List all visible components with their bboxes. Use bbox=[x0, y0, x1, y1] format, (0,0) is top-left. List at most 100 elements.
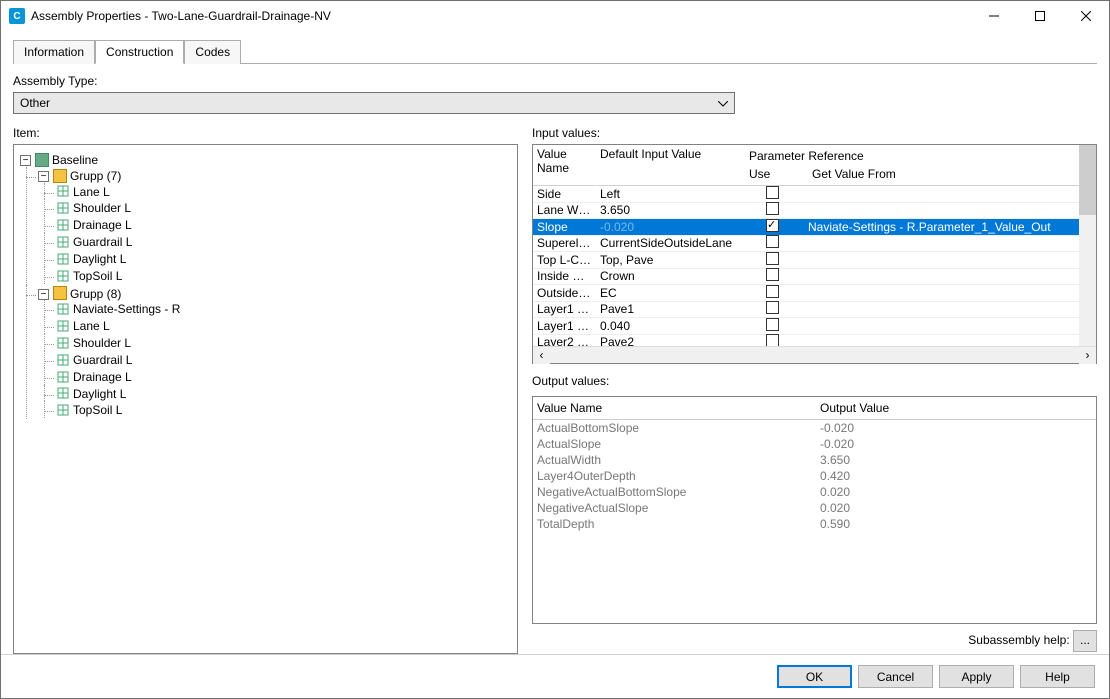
checkbox-icon[interactable] bbox=[766, 186, 779, 199]
input-row[interactable]: Lane Width3.650 bbox=[533, 203, 1096, 220]
cell-use[interactable] bbox=[741, 285, 804, 301]
checkbox-icon[interactable] bbox=[766, 219, 779, 232]
tree-node-leaf[interactable]: Drainage L bbox=[73, 218, 132, 232]
output-values-grid[interactable]: Value Name Output Value ActualBottomSlop… bbox=[532, 396, 1097, 624]
input-row[interactable]: Superele...CurrentSideOutsideLane bbox=[533, 236, 1096, 253]
tree-node-leaf[interactable]: Daylight L bbox=[73, 386, 126, 400]
cell-use[interactable] bbox=[741, 318, 804, 334]
tree-node-leaf[interactable]: Lane L bbox=[73, 319, 110, 333]
item-tree[interactable]: −Baseline−Grupp (7)Lane LShoulder LDrain… bbox=[13, 144, 518, 654]
vertical-scrollbar[interactable] bbox=[1079, 145, 1096, 346]
tree-node-leaf[interactable]: Guardrail L bbox=[73, 353, 132, 367]
cell-default-value[interactable]: 0.040 bbox=[596, 319, 741, 333]
subassembly-icon bbox=[56, 269, 70, 283]
cell-use[interactable] bbox=[741, 186, 804, 202]
tree-node-baseline[interactable]: Baseline bbox=[52, 153, 98, 167]
assembly-type-combo[interactable]: Other bbox=[13, 92, 735, 114]
checkbox-icon[interactable] bbox=[766, 268, 779, 281]
cell-default-value[interactable]: 3.650 bbox=[596, 203, 741, 217]
cell-default-value[interactable]: Pave1 bbox=[596, 302, 741, 316]
cell-value-name: Top L-Code bbox=[533, 253, 596, 267]
tree-node-leaf[interactable]: Shoulder L bbox=[73, 201, 131, 215]
cell-output-name: NegativeActualSlope bbox=[533, 500, 816, 516]
cell-output-name: ActualBottomSlope bbox=[533, 420, 816, 436]
tree-node-leaf[interactable]: Lane L bbox=[73, 184, 110, 198]
tab-codes[interactable]: Codes bbox=[184, 40, 241, 64]
tree-node-leaf[interactable]: Shoulder L bbox=[73, 336, 131, 350]
tree-node-leaf[interactable]: TopSoil L bbox=[73, 269, 122, 283]
cell-value-name: Side bbox=[533, 187, 596, 201]
col-output-name[interactable]: Value Name bbox=[533, 397, 816, 419]
checkbox-icon[interactable] bbox=[766, 252, 779, 265]
subassembly-icon bbox=[56, 201, 70, 215]
tree-node-leaf[interactable]: Naviate-Settings - R bbox=[73, 302, 180, 316]
input-row[interactable]: Layer1 D...0.040 bbox=[533, 318, 1096, 335]
cell-default-value[interactable]: Top, Pave bbox=[596, 253, 741, 267]
subassembly-help-button[interactable]: ... bbox=[1073, 630, 1097, 652]
output-row: NegativeActualBottomSlope0.020 bbox=[533, 484, 1096, 500]
col-default-input[interactable]: Default Input Value bbox=[596, 145, 741, 186]
input-row[interactable]: Inside P-...Crown bbox=[533, 269, 1096, 286]
cell-default-value[interactable]: EC bbox=[596, 286, 741, 300]
close-button[interactable] bbox=[1063, 1, 1109, 31]
cell-use[interactable] bbox=[741, 252, 804, 268]
tree-node-leaf[interactable]: TopSoil L bbox=[73, 403, 122, 417]
tree-toggle[interactable]: − bbox=[20, 155, 31, 166]
dialog-footer: OK Cancel Apply Help bbox=[1, 654, 1109, 698]
cell-output-name: TotalDepth bbox=[533, 516, 816, 532]
checkbox-icon[interactable] bbox=[766, 301, 779, 314]
cell-use[interactable] bbox=[741, 219, 804, 235]
tree-node-leaf[interactable]: Guardrail L bbox=[73, 235, 132, 249]
input-row[interactable]: Outside P...EC bbox=[533, 285, 1096, 302]
cell-use[interactable] bbox=[741, 202, 804, 218]
cell-use[interactable] bbox=[741, 301, 804, 317]
input-row[interactable]: SideLeft bbox=[533, 186, 1096, 203]
scroll-left-icon[interactable]: ‹ bbox=[533, 347, 550, 364]
tree-node-leaf[interactable]: Daylight L bbox=[73, 252, 126, 266]
cell-use[interactable] bbox=[741, 268, 804, 284]
col-output-value[interactable]: Output Value bbox=[816, 397, 1096, 419]
cell-use[interactable] bbox=[741, 235, 804, 251]
checkbox-icon[interactable] bbox=[766, 235, 779, 248]
col-value-name[interactable]: Value Name bbox=[533, 145, 596, 186]
subassembly-icon bbox=[56, 403, 70, 417]
col-get-value-from[interactable]: Get Value From bbox=[808, 165, 1092, 183]
cancel-button[interactable]: Cancel bbox=[858, 665, 933, 688]
scroll-right-icon[interactable]: › bbox=[1079, 347, 1096, 364]
checkbox-icon[interactable] bbox=[766, 285, 779, 298]
maximize-button[interactable] bbox=[1017, 1, 1063, 31]
cell-default-value[interactable]: Pave2 bbox=[596, 335, 741, 346]
baseline-icon bbox=[35, 153, 49, 167]
checkbox-icon[interactable] bbox=[766, 202, 779, 215]
cell-use[interactable] bbox=[741, 334, 804, 346]
tree-node-group[interactable]: Grupp (8) bbox=[70, 286, 121, 300]
cell-default-value[interactable]: CurrentSideOutsideLane bbox=[596, 236, 741, 250]
apply-button[interactable]: Apply bbox=[939, 665, 1014, 688]
cell-get-value-from[interactable]: Naviate-Settings - R.Parameter_1_Value_O… bbox=[804, 220, 1096, 234]
tree-toggle[interactable]: − bbox=[38, 171, 49, 182]
cell-default-value[interactable]: Left bbox=[596, 187, 741, 201]
input-row[interactable]: Slope-0.020Naviate-Settings - R.Paramete… bbox=[533, 219, 1096, 236]
input-values-grid[interactable]: Value Name Default Input Value Parameter… bbox=[532, 144, 1097, 364]
input-row[interactable]: Top L-CodeTop, Pave bbox=[533, 252, 1096, 269]
tree-node-group[interactable]: Grupp (7) bbox=[70, 169, 121, 183]
output-row: NegativeActualSlope0.020 bbox=[533, 500, 1096, 516]
output-values-label: Output values: bbox=[532, 374, 1097, 388]
input-row[interactable]: Layer2 S-...Pave2 bbox=[533, 335, 1096, 347]
help-button[interactable]: Help bbox=[1020, 665, 1095, 688]
tree-toggle[interactable]: − bbox=[38, 289, 49, 300]
tab-information[interactable]: Information bbox=[13, 40, 95, 64]
ok-button[interactable]: OK bbox=[777, 665, 852, 688]
minimize-button[interactable] bbox=[971, 1, 1017, 31]
horizontal-scrollbar[interactable]: ‹ › bbox=[533, 346, 1096, 363]
col-use[interactable]: Use bbox=[745, 165, 808, 183]
input-row[interactable]: Layer1 S-...Pave1 bbox=[533, 302, 1096, 319]
cell-value-name: Lane Width bbox=[533, 203, 596, 217]
cell-default-value[interactable]: Crown bbox=[596, 269, 741, 283]
tab-construction[interactable]: Construction bbox=[95, 40, 184, 64]
checkbox-icon[interactable] bbox=[766, 334, 779, 346]
cell-output-name: Layer4OuterDepth bbox=[533, 468, 816, 484]
checkbox-icon[interactable] bbox=[766, 318, 779, 331]
cell-default-value[interactable]: -0.020 bbox=[596, 220, 741, 234]
tree-node-leaf[interactable]: Drainage L bbox=[73, 370, 132, 384]
